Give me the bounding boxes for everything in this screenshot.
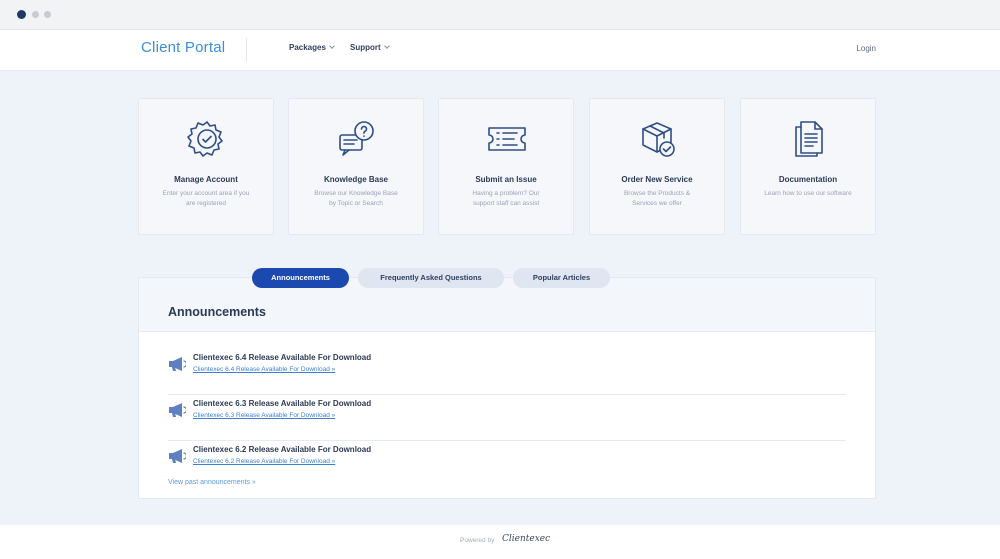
package-check-icon <box>642 122 675 157</box>
card-description: Having a problem? Our support staff can … <box>472 190 540 207</box>
site-header: Client Portal Packages Support Login <box>0 30 1000 71</box>
site-footer: Powered by Clientexec <box>0 525 1000 559</box>
chevron-down-icon <box>329 43 335 49</box>
tab-faq[interactable]: Frequently Asked Questions <box>358 268 504 288</box>
card-title: Submit an Issue <box>475 175 537 184</box>
announcement-link[interactable]: Clientexec 6.4 Release Available For Dow… <box>193 366 335 373</box>
document-icon <box>795 121 823 157</box>
card-documentation[interactable]: Documentation Learn how to use our softw… <box>740 98 876 235</box>
card-title: Manage Account <box>174 175 238 184</box>
announcement-title: Clientexec 6.2 Release Available For Dow… <box>193 445 372 454</box>
megaphone-icon <box>169 357 186 371</box>
clientexec-logo[interactable]: Clientexec <box>502 534 550 544</box>
card-title: Order New Service <box>621 175 693 184</box>
login-link[interactable]: Login <box>856 44 876 53</box>
card-description: Browse the Products & Services we offer <box>623 190 691 207</box>
brand-logo[interactable]: Client Portal <box>141 39 225 56</box>
card-description: Enter your account area if you are regis… <box>162 190 250 207</box>
announcement-item: Clientexec 6.3 Release Available For Dow… <box>168 395 846 441</box>
tab-popular-articles[interactable]: Popular Articles <box>513 268 610 288</box>
view-past-announcements-link[interactable]: View past announcements » <box>168 479 256 486</box>
header-divider <box>246 38 247 62</box>
window-dot[interactable] <box>32 11 39 18</box>
card-title: Knowledge Base <box>323 175 388 184</box>
nav-packages-label: Packages <box>289 43 326 52</box>
tab-announcements[interactable]: Announcements <box>252 268 349 288</box>
card-knowledge-base[interactable]: Knowledge Base Browse our Knowledge Base… <box>288 98 424 235</box>
powered-by-label: Powered by <box>460 537 495 544</box>
chat-question-icon <box>339 121 374 156</box>
card-description: Browse our Knowledge Base by Topic or Se… <box>314 190 398 207</box>
panel-title: Announcements <box>168 305 266 319</box>
announcement-link[interactable]: Clientexec 6.3 Release Available For Dow… <box>193 412 335 419</box>
panel-header: Announcements <box>139 278 875 332</box>
window-titlebar <box>0 0 1000 30</box>
card-title: Documentation <box>778 175 838 184</box>
window-dot-active[interactable] <box>17 10 26 19</box>
announcement-item: Clientexec 6.2 Release Available For Dow… <box>168 441 846 487</box>
card-submit-issue[interactable]: Submit an Issue Having a problem? Our su… <box>438 98 574 235</box>
nav-support-label: Support <box>350 43 381 52</box>
nav-support[interactable]: Support <box>350 43 390 52</box>
announcement-title: Clientexec 6.4 Release Available For Dow… <box>193 353 372 362</box>
chevron-down-icon <box>383 43 390 49</box>
announcement-title: Clientexec 6.3 Release Available For Dow… <box>193 399 372 408</box>
gear-check-icon <box>187 121 223 157</box>
megaphone-icon <box>169 403 186 417</box>
window-dot[interactable] <box>44 11 51 18</box>
main-content: Manage Account Enter your account area i… <box>0 71 1000 525</box>
card-description: Learn how to use our software <box>764 190 852 197</box>
megaphone-icon <box>169 449 186 463</box>
announcement-link[interactable]: Clientexec 6.2 Release Available For Dow… <box>193 458 335 465</box>
ticket-icon <box>488 127 526 151</box>
card-order-service[interactable]: Order New Service Browse the Products & … <box>589 98 725 235</box>
announcements-panel: Announcements Clientexec 6.4 Release Ava… <box>138 277 876 499</box>
card-manage-account[interactable]: Manage Account Enter your account area i… <box>138 98 274 235</box>
nav-packages[interactable]: Packages <box>289 43 335 52</box>
announcement-item: Clientexec 6.4 Release Available For Dow… <box>168 349 846 395</box>
